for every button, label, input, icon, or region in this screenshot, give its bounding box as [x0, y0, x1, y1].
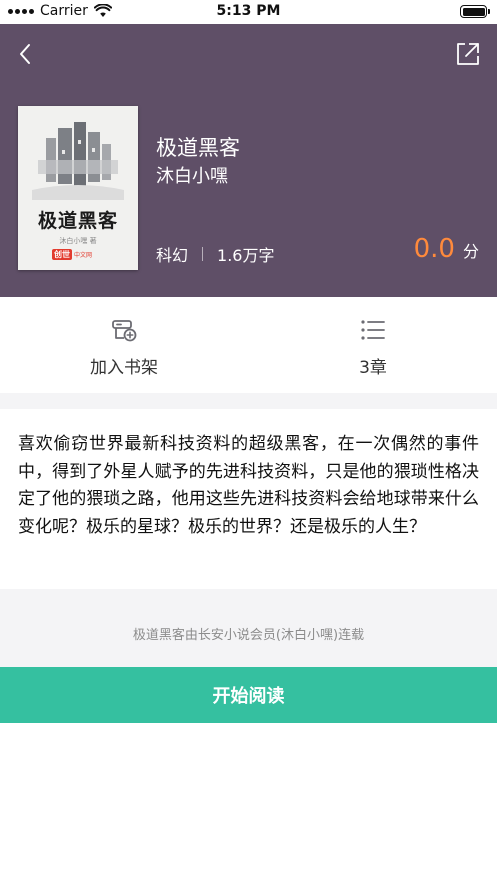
chapters-label: 3章 — [359, 358, 387, 378]
credit-area: 极道黑客由长安小说会员(沐白小嘿)连载 — [0, 589, 497, 667]
add-to-shelf-button[interactable]: 加入书架 — [0, 297, 248, 393]
publisher-mark: 创世 — [52, 249, 72, 260]
book-header: 极道黑客 沐白小嘿 著 创世 中文网 极道黑客 沐白小嘿 科幻 1.6万字 0.… — [0, 24, 497, 297]
bottom-area — [0, 723, 497, 883]
book-word-count: 1.6万字 — [217, 246, 275, 265]
chevron-left-icon — [20, 44, 30, 64]
status-time: 5:13 PM — [216, 3, 281, 19]
book-meta: 科幻 1.6万字 — [156, 242, 274, 266]
share-icon — [457, 43, 479, 65]
list-icon — [361, 320, 385, 340]
meta-divider — [202, 247, 204, 261]
bookshelf-add-icon — [112, 320, 137, 342]
rating-unit: 分 — [462, 242, 479, 261]
section-divider — [0, 393, 497, 409]
cover-title: 极道黑客 — [37, 210, 118, 232]
chapters-button[interactable]: 3章 — [249, 297, 497, 393]
publisher-logo: 创世 中文网 — [52, 249, 92, 260]
action-row: 加入书架 3章 — [0, 297, 497, 393]
publisher-text: 中文网 — [74, 252, 93, 259]
cover-illustration — [32, 122, 124, 200]
back-button[interactable] — [12, 40, 40, 68]
rating-value: 0.0 — [413, 234, 455, 264]
share-button[interactable] — [453, 40, 481, 68]
start-reading-button[interactable]: 开始阅读 — [0, 667, 497, 723]
status-bar: Carrier 5:13 PM — [0, 0, 497, 24]
book-author[interactable]: 沐白小嘿 — [156, 162, 228, 188]
serialization-credit: 极道黑客由长安小说会员(沐白小嘿)连载 — [132, 628, 365, 643]
cover-author: 沐白小嘿 著 — [59, 237, 97, 245]
intro-text: 喜欢偷窃世界最新科技资料的超级黑客，在一次偶然的事件中，得到了外星人赋予的先进科… — [18, 434, 479, 537]
book-intro: 喜欢偷窃世界最新科技资料的超级黑客，在一次偶然的事件中，得到了外星人赋予的先进科… — [0, 409, 497, 589]
book-category: 科幻 — [156, 246, 189, 265]
book-rating: 0.0 分 — [414, 234, 479, 264]
battery-icon — [460, 5, 490, 18]
book-title: 极道黑客 — [156, 136, 240, 160]
book-cover[interactable]: 极道黑客 沐白小嘿 著 创世 中文网 — [18, 106, 138, 270]
add-to-shelf-label: 加入书架 — [90, 358, 158, 378]
